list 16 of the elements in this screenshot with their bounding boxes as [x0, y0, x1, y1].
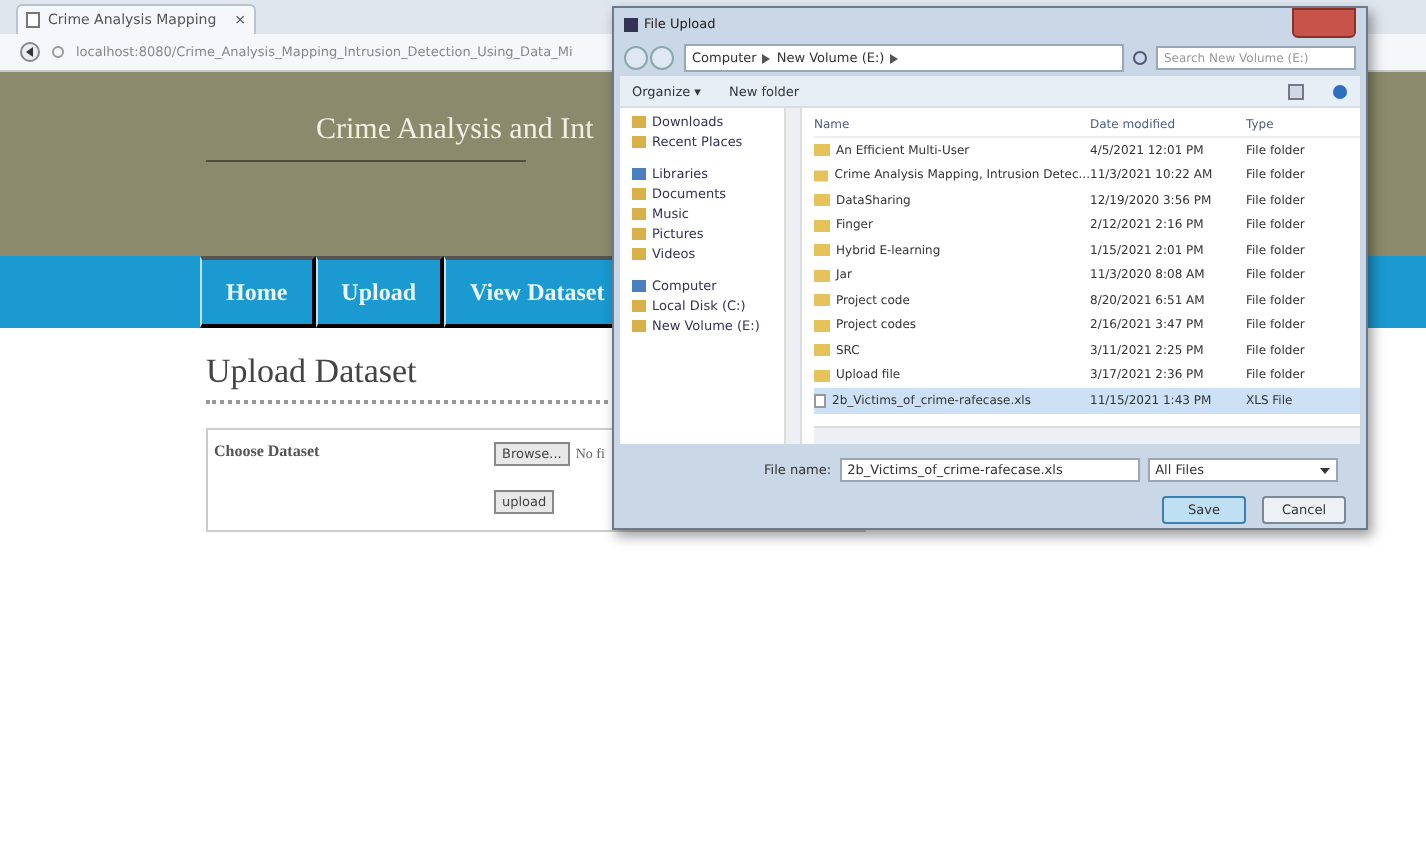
back-forward-icon [624, 46, 676, 70]
site-title: Crime Analysis and Int [316, 114, 594, 148]
file-icon [814, 393, 826, 408]
scrollbar[interactable] [814, 426, 1360, 444]
page-icon [26, 12, 40, 28]
back-icon [20, 42, 40, 62]
close-button[interactable] [1292, 8, 1356, 38]
computer-icon [632, 168, 646, 180]
field-label: Choose Dataset [214, 442, 322, 464]
window-icon [624, 17, 638, 31]
chevron-icon [762, 53, 771, 63]
computer-icon [632, 280, 646, 292]
chevron-icon [890, 53, 899, 63]
caret-icon [1319, 467, 1330, 473]
view-icon [1288, 83, 1304, 99]
scrollbar[interactable] [786, 108, 802, 444]
